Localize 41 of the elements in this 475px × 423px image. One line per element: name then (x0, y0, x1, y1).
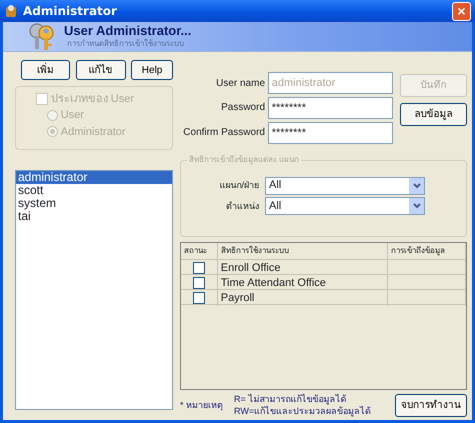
filter-label: แผนก/ฝ่าย (218, 178, 260, 192)
note-label: * หมายเหตุ (180, 399, 224, 411)
toolbar-button[interactable]: Help (131, 60, 174, 80)
radio-label: User (60, 108, 84, 123)
checkbox[interactable] (193, 292, 205, 304)
list-item[interactable]: scott (16, 184, 172, 196)
checkbox-label: ประเภทของ User (50, 92, 134, 106)
toolbar-button[interactable]: เพิ่ม (20, 60, 70, 80)
dropdown-value: All (269, 199, 282, 214)
header-subtitle: การกำหนดสิทธิการเข้าใช้งานระบบ (66, 38, 185, 50)
action-button[interactable]: ลบข้อมูล (400, 102, 467, 126)
dropdown-value: All (269, 178, 282, 194)
note-text: RW=แก้ไขและประมวลผลข้อมูลได้ (234, 405, 372, 417)
text-field[interactable]: ******** (268, 96, 393, 119)
text-field[interactable]: ******** (268, 122, 393, 144)
note-text: R= ไม่สามารถแก้ไขข้อมูลได้ (234, 393, 348, 405)
table-cell-text: Enroll Office (220, 260, 280, 276)
filter-label: ตำแหน่ง (225, 200, 260, 212)
checkbox[interactable] (193, 276, 205, 289)
radio-label: Administrator (60, 124, 126, 140)
column-header: การเข้าถึงข้อมูล (388, 242, 466, 258)
column-header: สถานะ (181, 242, 218, 258)
toolbar-button[interactable]: แก้ไข (76, 60, 126, 80)
list-item[interactable]: administrator (16, 170, 172, 184)
field-label: Confirm Password (182, 126, 265, 140)
field-label: Password (220, 101, 265, 116)
group-title: สิทธิการเข้าถึงข้อมูลแต่ละ แผนก (187, 154, 302, 166)
field-label: User name (215, 76, 265, 90)
dropdown[interactable]: All (265, 197, 425, 216)
table-cell-text: Payroll (220, 290, 254, 306)
app-icon (4, 4, 18, 18)
checkbox[interactable] (193, 262, 205, 274)
close-button[interactable]: × (452, 2, 471, 20)
table-cell-text: Time Attendant Office (220, 276, 326, 290)
column-header: สิทธิการใช้งานระบบ (218, 242, 388, 258)
list-item[interactable]: tai (16, 210, 172, 222)
list-item[interactable]: system (16, 196, 172, 210)
dropdown[interactable]: All (265, 176, 425, 194)
finish-button[interactable]: จบการทำงาน (395, 394, 467, 416)
window-title: Administrator (23, 3, 117, 20)
header-title: User Administrator... (64, 24, 192, 38)
